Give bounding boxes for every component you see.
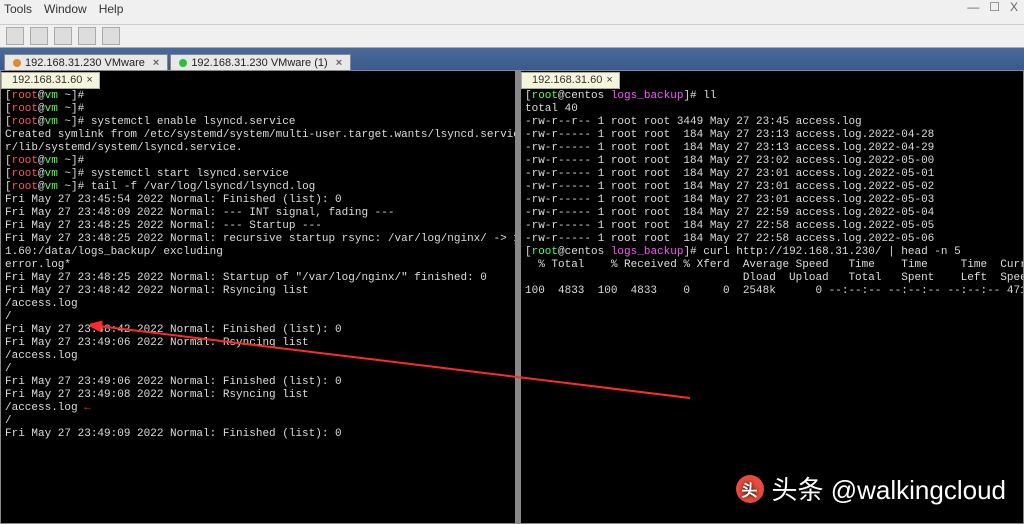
toolbar-icon[interactable]: [78, 27, 96, 45]
toolbar-icon[interactable]: [6, 27, 24, 45]
tab-label: 192.168.31.230 VMware: [25, 57, 145, 69]
session-tabs: 192.168.31.230 VMware × 192.168.31.230 V…: [0, 48, 1024, 70]
status-dot-icon: [179, 59, 187, 67]
menu-help[interactable]: Help: [99, 2, 124, 22]
window-minimize-icon[interactable]: —: [967, 0, 979, 14]
terminal-output[interactable]: [root@centos logs_backup]# ll total 40 -…: [521, 89, 1023, 523]
pane-tab-label: 192.168.31.60: [532, 74, 602, 87]
toolbar-icon[interactable]: [30, 27, 48, 45]
menu-tools[interactable]: Tools: [4, 2, 32, 22]
window-controls: — ☐ X: [967, 0, 1018, 14]
terminal-right[interactable]: 192.168.31.60 × [root@centos logs_backup…: [520, 70, 1024, 524]
toolbar-icon[interactable]: [102, 27, 120, 45]
pane-tab[interactable]: 192.168.31.60 ×: [521, 72, 620, 89]
session-tab[interactable]: 192.168.31.230 VMware ×: [4, 54, 168, 71]
close-icon[interactable]: ×: [153, 57, 159, 69]
status-dot-icon: [13, 59, 21, 67]
menubar: Tools Window Help: [0, 0, 1024, 25]
pane-tab[interactable]: 192.168.31.60 ×: [1, 72, 100, 89]
terminal-output[interactable]: [root@vm ~]# [root@vm ~]# [root@vm ~]# s…: [1, 89, 515, 523]
close-icon[interactable]: ×: [86, 74, 92, 87]
window-close-icon[interactable]: X: [1010, 0, 1018, 14]
tab-label: 192.168.31.230 VMware (1): [191, 57, 327, 69]
close-icon[interactable]: ×: [606, 74, 612, 87]
session-tab[interactable]: 192.168.31.230 VMware (1) ×: [170, 54, 351, 71]
pane-tab-label: 192.168.31.60: [12, 74, 82, 87]
watermark-text: 头条 @walkingcloud: [772, 470, 1006, 507]
toutiao-logo-icon: 头: [736, 475, 764, 503]
toolbar-icon[interactable]: [54, 27, 72, 45]
watermark: 头 头条 @walkingcloud: [736, 470, 1006, 507]
menu-window[interactable]: Window: [44, 2, 87, 22]
window-maximize-icon[interactable]: ☐: [989, 0, 1000, 14]
toolbar: [0, 25, 1024, 48]
terminal-left[interactable]: 192.168.31.60 × [root@vm ~]# [root@vm ~]…: [0, 70, 516, 524]
close-icon[interactable]: ×: [336, 57, 342, 69]
split-panes: 192.168.31.60 × [root@vm ~]# [root@vm ~]…: [0, 70, 1024, 524]
